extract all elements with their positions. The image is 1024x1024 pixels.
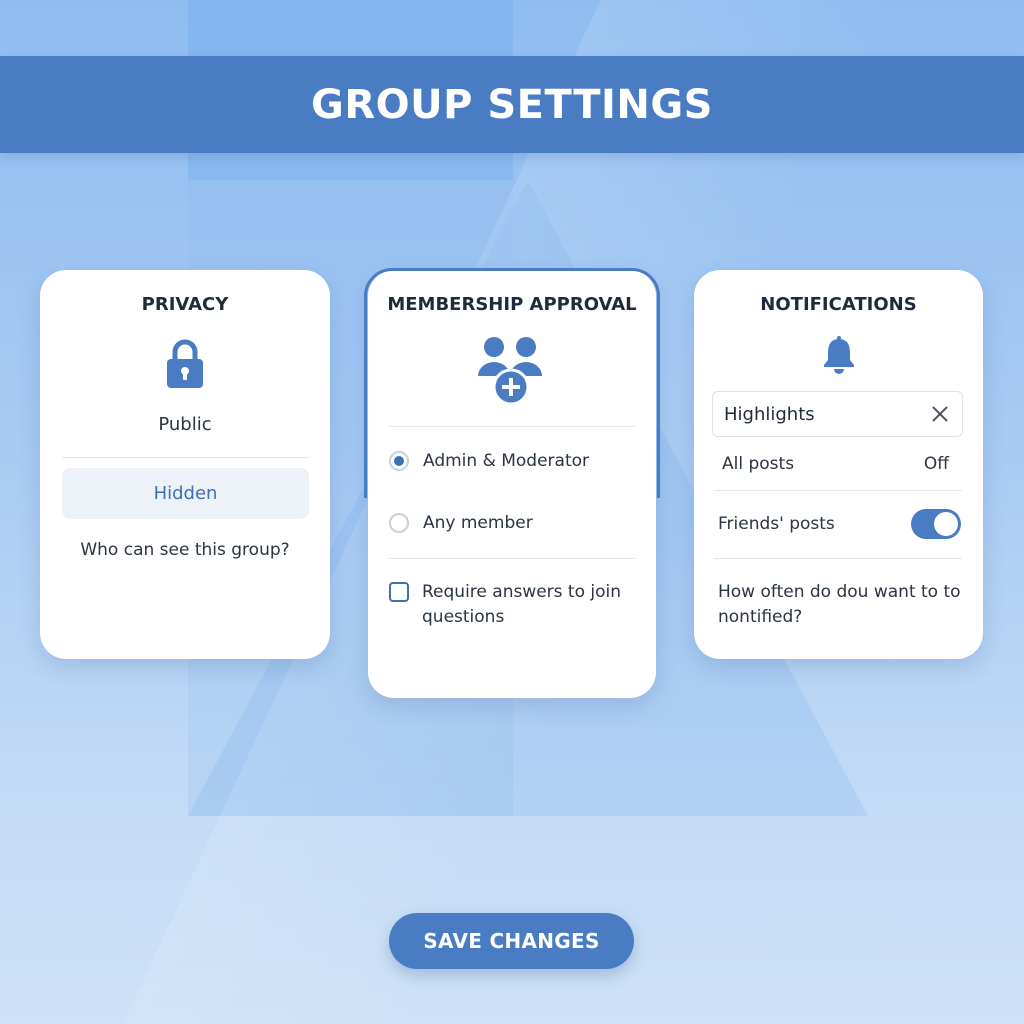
privacy-option-hidden[interactable]: Hidden (62, 468, 309, 519)
people-add-icon (478, 337, 542, 406)
divider (389, 558, 635, 559)
save-changes-button[interactable]: SAVE CHANGES (389, 913, 634, 969)
radio-label: Any member (423, 513, 533, 533)
privacy-option-hidden-label: Hidden (153, 483, 218, 504)
radio-admin-moderator[interactable]: Admin & Moderator (389, 451, 589, 471)
lock-icon (167, 339, 203, 388)
radio-label: Admin & Moderator (423, 451, 590, 471)
radio-button-checked[interactable] (389, 451, 409, 471)
notifications-question: How often do dou want to to nontified? (718, 582, 961, 627)
all-posts-label: All posts (722, 454, 795, 474)
notification-level-value: Highlights (724, 403, 815, 425)
divider (62, 457, 309, 458)
divider (389, 426, 635, 427)
notification-option-friends-posts[interactable]: Friends' posts (718, 508, 961, 540)
radio-any-member[interactable]: Any member (389, 513, 533, 533)
privacy-option-public[interactable]: Public (40, 414, 330, 435)
bell-icon (824, 336, 854, 374)
require-answers-checkbox[interactable] (389, 582, 409, 602)
friends-posts-label: Friends' posts (718, 514, 835, 534)
notification-level-input[interactable]: Highlights (712, 391, 963, 437)
all-posts-value: Off (923, 454, 949, 474)
friends-posts-toggle[interactable] (911, 509, 961, 539)
radio-button[interactable] (389, 513, 409, 533)
divider (714, 558, 962, 559)
privacy-title: PRIVACY (141, 294, 229, 315)
page-title: GROUP SETTINGS (311, 81, 713, 128)
privacy-card: PRIVACY (40, 270, 330, 659)
header-bar: GROUP SETTINGS (0, 56, 1024, 153)
checkbox-label: Require answers to join questions (422, 582, 622, 627)
notification-option-all-posts[interactable]: All posts Off (722, 452, 949, 476)
close-icon[interactable] (930, 404, 950, 424)
notifications-title: NOTIFICATIONS (760, 294, 917, 315)
require-answers-checkbox-row[interactable]: Require answers to join questions (389, 580, 632, 630)
privacy-question: Who can see this group? (80, 540, 290, 560)
divider (714, 490, 962, 491)
